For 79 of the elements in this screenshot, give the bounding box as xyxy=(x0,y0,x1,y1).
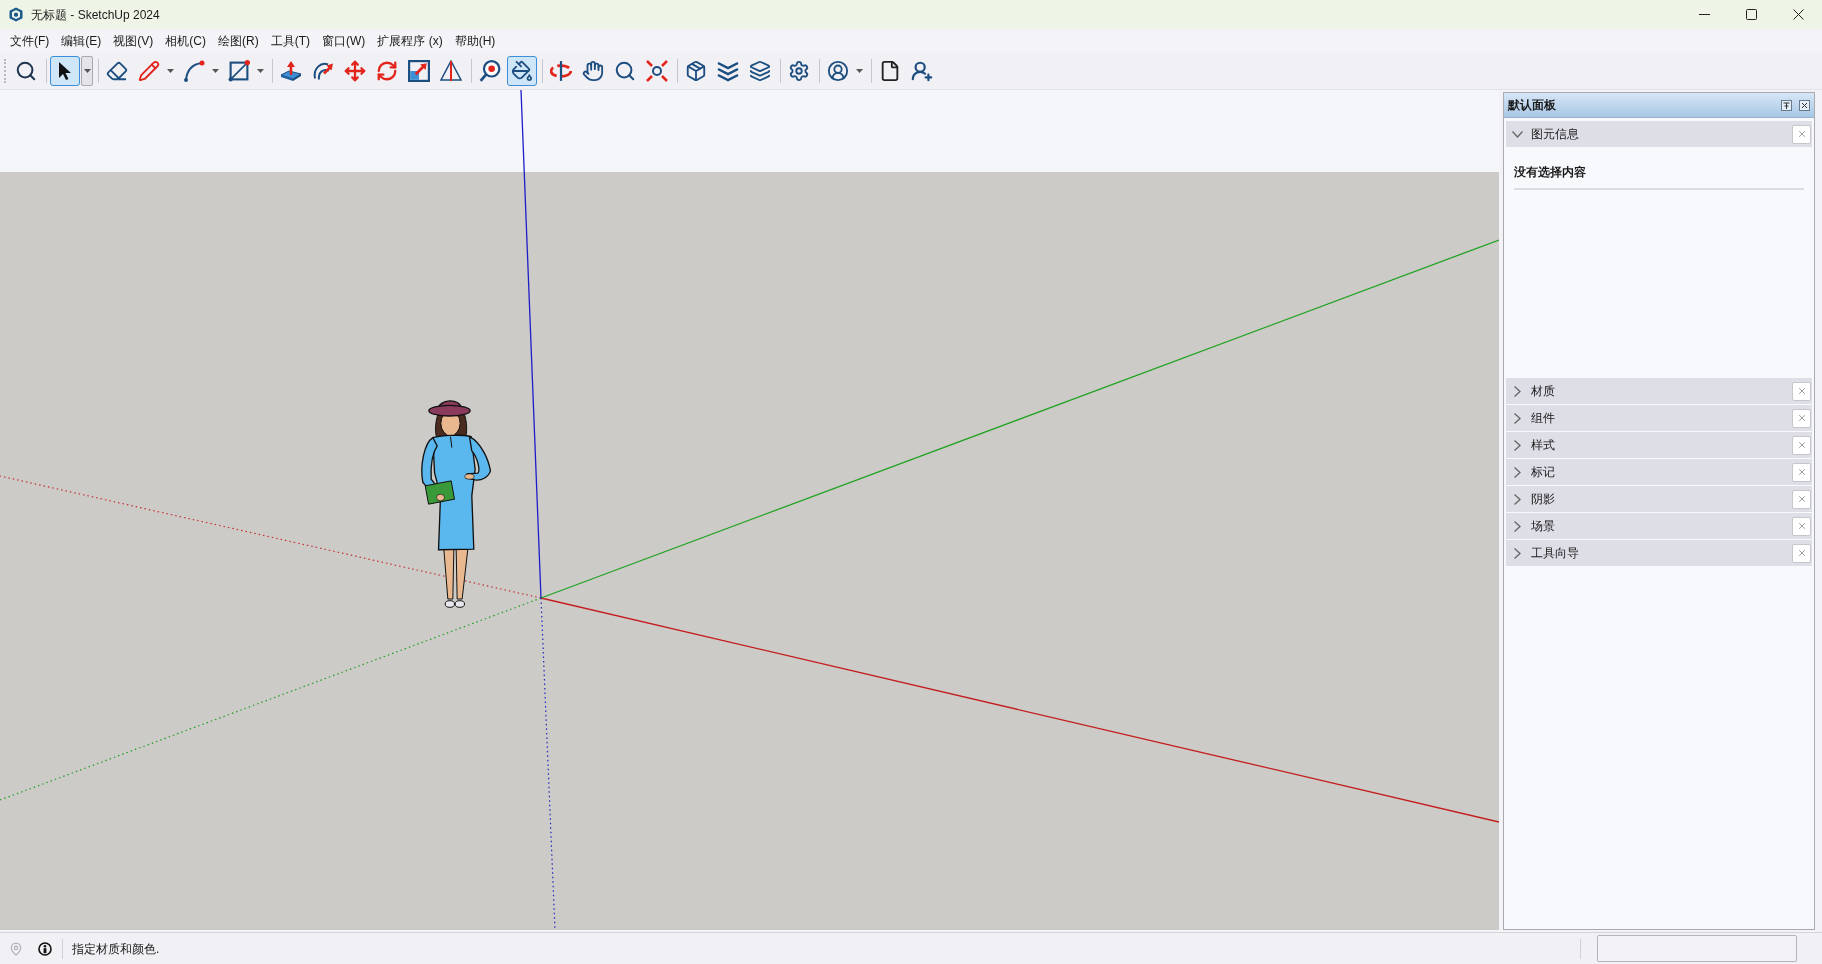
caret-icon xyxy=(167,68,174,73)
document-icon xyxy=(879,59,901,82)
target-icon xyxy=(479,59,501,82)
close-icon xyxy=(1796,129,1807,139)
close-button[interactable] xyxy=(1798,99,1810,111)
box-arrow-up-icon xyxy=(280,59,302,82)
panel-title: 默认面板 xyxy=(1508,97,1556,114)
tool-button[interactable] xyxy=(507,55,537,86)
section-header[interactable]: 标记 xyxy=(1506,459,1812,485)
curve-icon xyxy=(183,59,205,82)
section-header[interactable]: 材质 xyxy=(1506,378,1812,404)
caret-icon xyxy=(212,68,219,73)
minimize-icon xyxy=(1699,14,1710,15)
chevrons-icon xyxy=(717,59,739,82)
pin-icon xyxy=(1780,99,1792,111)
triangle-icon xyxy=(440,59,462,82)
section-title: 场景 xyxy=(1531,518,1555,535)
close-icon xyxy=(1796,440,1807,450)
eraser-icon xyxy=(106,59,128,82)
section-title: 样式 xyxy=(1531,437,1555,454)
resize-icon xyxy=(408,59,430,82)
box-icon xyxy=(685,59,707,82)
menu-item[interactable]: 工具(T) xyxy=(267,30,313,51)
window-title: 无标题 - SketchUp 2024 xyxy=(31,6,160,24)
menu-item[interactable]: 绘图(R) xyxy=(215,30,262,51)
section-header[interactable]: 图元信息 xyxy=(1506,121,1812,147)
add-user-icon xyxy=(911,59,933,82)
maximize-icon xyxy=(1746,9,1757,20)
section-header[interactable]: 阴影 xyxy=(1506,486,1812,512)
section-title: 组件 xyxy=(1531,410,1555,427)
menu-item[interactable]: 帮助(H) xyxy=(451,30,499,51)
section-title: 阴影 xyxy=(1531,491,1555,508)
close-icon xyxy=(1796,521,1807,531)
hand-icon xyxy=(582,59,604,82)
rectangle-icon xyxy=(228,59,250,82)
menu-item[interactable]: 视图(V) xyxy=(110,30,157,51)
expand-arrows-icon xyxy=(646,59,668,82)
info-icon[interactable] xyxy=(38,941,52,956)
dropdown-button[interactable] xyxy=(81,55,93,86)
section-header[interactable]: 场景 xyxy=(1506,513,1812,539)
measurements-field[interactable] xyxy=(1597,935,1797,962)
caret-icon xyxy=(856,68,863,73)
pin-button[interactable] xyxy=(1780,99,1792,111)
caret-icon xyxy=(257,68,264,73)
layers-icon xyxy=(749,59,771,82)
menu-item[interactable]: 编辑(E) xyxy=(58,30,105,51)
menu-item[interactable]: 扩展程序 (x) xyxy=(374,30,446,51)
magnifier-icon xyxy=(15,59,37,82)
status-text: 指定材质和颜色. xyxy=(72,940,160,958)
user-circle-icon xyxy=(827,59,849,82)
close-icon xyxy=(1798,99,1810,111)
app-logo-icon xyxy=(9,7,23,22)
orbit-icon xyxy=(550,59,572,82)
section-header[interactable]: 组件 xyxy=(1506,405,1812,431)
close-icon xyxy=(1793,9,1804,20)
close-icon xyxy=(1796,386,1807,396)
close-icon xyxy=(1796,494,1807,504)
section-title: 工具向导 xyxy=(1531,545,1579,562)
section-title: 材质 xyxy=(1531,383,1555,400)
section-header[interactable]: 样式 xyxy=(1506,432,1812,458)
rotate-arrows-icon xyxy=(376,59,398,82)
menu-item[interactable]: 文件(F) xyxy=(7,30,53,51)
section-header[interactable]: 工具向导 xyxy=(1506,540,1812,566)
pointer-icon xyxy=(58,60,72,81)
menu-item[interactable]: 相机(C) xyxy=(162,30,209,51)
tool-button[interactable] xyxy=(50,55,80,86)
section-title: 标记 xyxy=(1531,464,1555,481)
gear-icon xyxy=(788,59,810,82)
pencil-icon xyxy=(138,59,160,82)
menu-item[interactable]: 窗口(W) xyxy=(319,30,369,51)
paint-bucket-icon xyxy=(511,59,533,82)
move-arrows-icon xyxy=(344,59,366,82)
selection-status-text: 没有选择内容 xyxy=(1514,165,1586,179)
close-icon xyxy=(1796,467,1807,477)
magnifier-icon xyxy=(614,59,636,82)
section-title: 图元信息 xyxy=(1531,126,1579,143)
close-icon xyxy=(1796,548,1807,558)
close-icon xyxy=(1796,413,1807,423)
caret-icon xyxy=(83,68,91,73)
